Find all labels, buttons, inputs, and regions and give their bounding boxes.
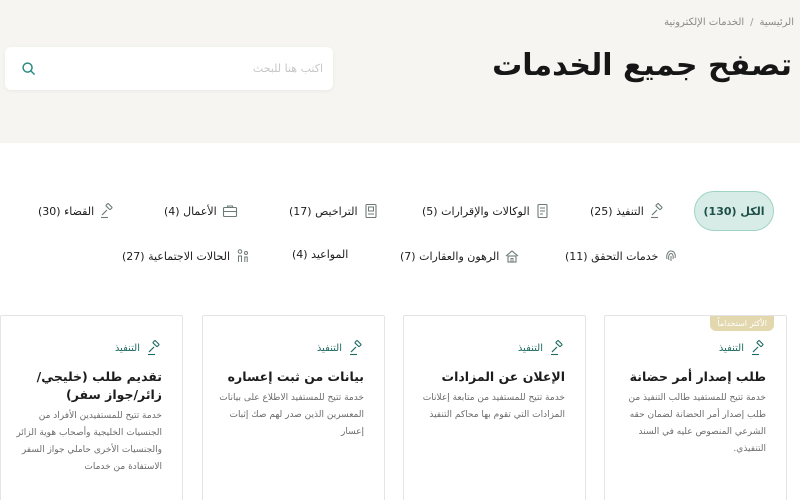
family-icon [237,249,249,262]
card-title: طلب إصدار أمر حضانة [629,369,766,384]
card-title: بيانات من ثبت إعساره [227,369,364,384]
document-icon [537,203,548,219]
service-card[interactable]: التنفيذ بيانات من ثبت إعساره خدمة تتيح ل… [202,315,385,500]
service-card[interactable]: الأكثر استخداماً التنفيذ طلب إصدار أمر ح… [604,315,787,500]
card-category: التنفيذ [317,340,364,356]
card-category-label: التنفيذ [114,342,140,354]
service-card[interactable]: التنفيذ الإعلان عن المزادات خدمة تتيح لل… [403,315,586,500]
search-box [5,47,333,90]
search-input[interactable] [63,57,323,79]
tab-agencies-label: الوكالات والإقرارات (5) [422,204,530,218]
tab-judiciary-label: القضاء (30) [38,204,95,218]
fingerprint-icon [666,250,677,261]
tab-mortgages-label: الرهون والعقارات (7) [400,249,500,263]
tab-all-label: الكل (130) [703,204,765,218]
tab-all[interactable]: الكل (130) [694,191,774,231]
tab-execution[interactable]: التنفيذ (25) [590,203,665,219]
license-icon [364,203,377,219]
tab-business[interactable]: الأعمال (4) [164,203,238,219]
card-description: خدمة تتيح للمستفيدين الأفراد من الجنسيات… [16,411,162,472]
hero-section: الرئيسية / الخدمات الإلكترونية تصفح جميع ا… [0,0,800,143]
page-title: تصفح جميع الخدمات [492,48,792,83]
card-title: الإعلان عن المزادات [441,369,565,384]
service-card[interactable]: التنفيذ تقديم طلب (خليجي/زائر/جواز سفر) … [0,315,183,500]
tab-mortgages[interactable]: الرهون والعقارات (7) [400,248,520,264]
tab-agencies[interactable]: الوكالات والإقرارات (5) [422,203,551,219]
card-category: التنفيذ [719,340,766,356]
breadcrumb-home-link[interactable]: الرئيسية [760,17,794,28]
tab-judiciary[interactable]: القضاء (30) [38,203,115,219]
card-category-label: التنفيذ [718,342,744,354]
tab-business-label: الأعمال (4) [164,204,217,218]
card-category-label: التنفيذ [316,342,342,354]
card-description: خدمة تتيح للمستفيد طالب التنفيذ من طلب إ… [628,393,766,454]
tab-licenses-label: التراخيص (17) [289,204,358,218]
breadcrumb: الرئيسية / الخدمات الإلكترونية [664,17,794,28]
card-category: التنفيذ [115,340,162,356]
tab-appointments-label: المواعيد (4) [292,248,349,261]
most-used-badge: الأكثر استخداماً [710,316,774,331]
tab-verification[interactable]: خدمات التحقق (11) [565,248,679,264]
breadcrumb-current: الخدمات الإلكترونية [664,17,745,28]
gavel-icon [350,340,362,356]
gavel-icon [752,340,764,356]
card-description: خدمة تتيح للمستفيد من متابعة إعلانات الم… [422,393,565,420]
breadcrumb-separator: / [750,17,754,28]
card-category-label: التنفيذ [517,342,543,354]
gavel-icon [551,340,563,356]
mortgage-icon [505,250,519,263]
tab-social-status[interactable]: الحالات الاجتماعية (27) [122,248,251,264]
tab-verification-label: خدمات التحقق (11) [565,249,659,263]
tab-execution-label: التنفيذ (25) [590,204,644,218]
gavel-icon [101,203,113,219]
tab-appointments[interactable]: المواعيد (4) [292,248,348,261]
gavel-icon [650,203,663,219]
tab-social-status-label: الحالات الاجتماعية (27) [122,249,231,263]
card-title: تقديم طلب (خليجي/زائر/جواز سفر) [36,369,162,402]
card-description: خدمة تتيح للمستفيد الاطلاع على بيانات ال… [219,393,364,437]
card-category: التنفيذ [518,340,565,356]
tab-licenses[interactable]: التراخيص (17) [289,203,379,219]
gavel-icon [148,340,160,356]
search-icon[interactable] [21,61,36,76]
briefcase-icon [222,205,237,218]
